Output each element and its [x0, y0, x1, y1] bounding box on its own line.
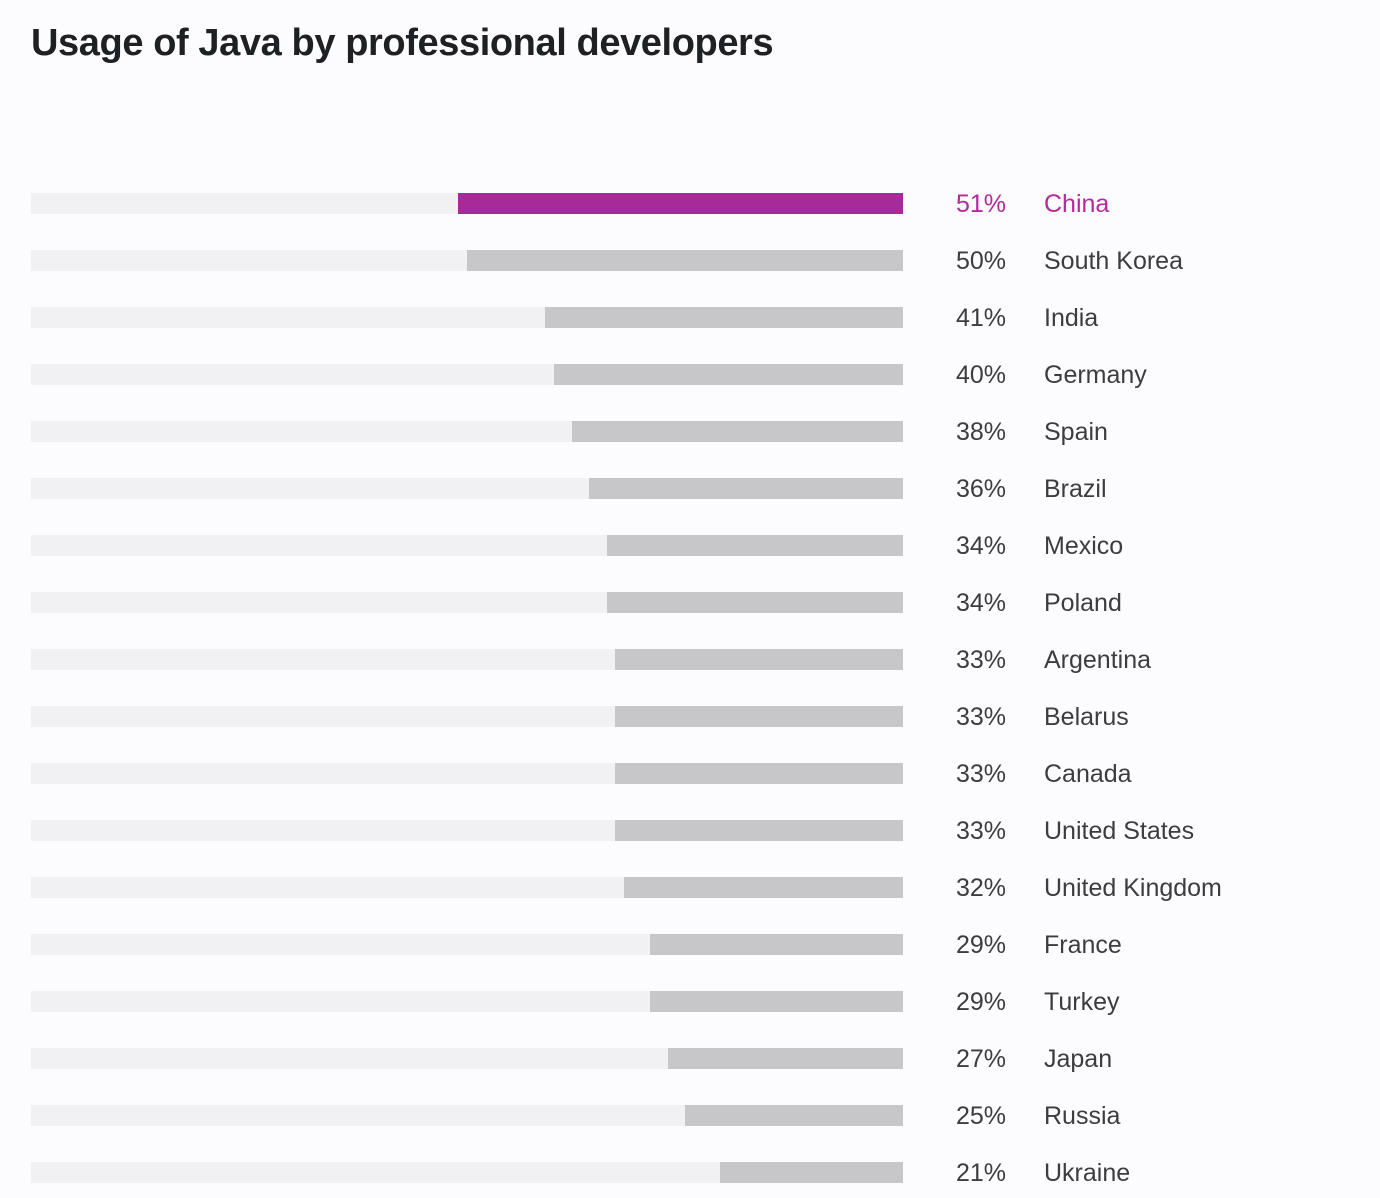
bar-track: [31, 364, 903, 385]
java-usage-bar-chart: Usage of Java by professional developers…: [0, 0, 1380, 1198]
bar-fill: [719, 1162, 903, 1183]
bar-row: 51% China: [0, 183, 1380, 240]
bar-category-label: Argentina: [1044, 646, 1152, 674]
bar-value-label: 32%: [955, 874, 1006, 902]
bar-row: 50% South Korea: [0, 240, 1380, 297]
page-title: Usage of Java by professional developers: [31, 22, 774, 64]
bar-track: [31, 991, 903, 1012]
bar-category-label: Brazil: [1044, 475, 1107, 503]
bar-track: [31, 1105, 903, 1126]
bar-fill: [615, 649, 903, 670]
bar-value-label: 34%: [955, 532, 1006, 560]
bar-value-label: 51%: [955, 190, 1006, 218]
bar-category-label: Japan: [1044, 1045, 1113, 1073]
bar-fill: [667, 1048, 903, 1069]
bar-track: [31, 1162, 903, 1183]
bar-fill: [589, 478, 903, 499]
bar-fill: [606, 535, 903, 556]
bar-value-label: 33%: [955, 646, 1006, 674]
bar-category-label: United States: [1044, 817, 1195, 845]
bar-category-label: Russia: [1044, 1102, 1121, 1130]
bar-category-label: Germany: [1044, 361, 1147, 389]
bar-row: 21% Ukraine: [0, 1152, 1380, 1198]
bar-value-label: 29%: [955, 931, 1006, 959]
bar-category-label: France: [1044, 931, 1122, 959]
bar-fill: [623, 877, 903, 898]
bar-value-label: 40%: [955, 361, 1006, 389]
bar-row: 36% Brazil: [0, 468, 1380, 525]
bar-fill: [458, 193, 903, 214]
bar-fill: [615, 820, 903, 841]
bar-track: [31, 307, 903, 328]
bar-fill: [571, 421, 903, 442]
bar-category-label: United Kingdom: [1044, 874, 1222, 902]
bar-value-label: 33%: [955, 703, 1006, 731]
bar-fill: [650, 934, 903, 955]
bar-row: 34% Poland: [0, 582, 1380, 639]
bar-row: 34% Mexico: [0, 525, 1380, 582]
bar-value-label: 21%: [955, 1159, 1006, 1187]
bar-track: [31, 763, 903, 784]
bar-value-label: 34%: [955, 589, 1006, 617]
bar-row: 33% Canada: [0, 753, 1380, 810]
bar-category-label: Belarus: [1044, 703, 1129, 731]
bar-row: 33% United States: [0, 810, 1380, 867]
bar-row: 41% India: [0, 297, 1380, 354]
bar-value-label: 38%: [955, 418, 1006, 446]
bar-track: [31, 250, 903, 271]
bar-category-label: Mexico: [1044, 532, 1124, 560]
bar-row: 27% Japan: [0, 1038, 1380, 1095]
bar-fill: [615, 763, 903, 784]
bar-fill: [615, 706, 903, 727]
bar-row: 32% United Kingdom: [0, 867, 1380, 924]
bar-track: [31, 934, 903, 955]
bar-value-label: 29%: [955, 988, 1006, 1016]
bar-category-label: Ukraine: [1044, 1159, 1131, 1187]
bar-track: [31, 649, 903, 670]
bar-row: 29% France: [0, 924, 1380, 981]
bar-category-label: Spain: [1044, 418, 1108, 446]
bar-category-label: Canada: [1044, 760, 1132, 788]
bar-track: [31, 535, 903, 556]
bar-chart-rows: 51% China 50% South Korea 41% India 40% Germany…: [0, 183, 1380, 1198]
bar-category-label: Poland: [1044, 589, 1122, 617]
bar-row: 25% Russia: [0, 1095, 1380, 1152]
bar-fill: [606, 592, 903, 613]
bar-row: 33% Argentina: [0, 639, 1380, 696]
bar-category-label: India: [1044, 304, 1099, 332]
bar-track: [31, 820, 903, 841]
bar-value-label: 36%: [955, 475, 1006, 503]
bar-row: 29% Turkey: [0, 981, 1380, 1038]
bar-track: [31, 193, 903, 214]
bar-row: 33% Belarus: [0, 696, 1380, 753]
bar-track: [31, 592, 903, 613]
bar-fill: [650, 991, 903, 1012]
bar-category-label: Turkey: [1044, 988, 1120, 1016]
bar-fill: [685, 1105, 903, 1126]
bar-track: [31, 421, 903, 442]
bar-value-label: 33%: [955, 760, 1006, 788]
bar-fill: [467, 250, 903, 271]
bar-fill: [545, 307, 903, 328]
bar-value-label: 50%: [955, 247, 1006, 275]
bar-category-label: China: [1044, 190, 1110, 218]
bar-row: 40% Germany: [0, 354, 1380, 411]
bar-track: [31, 706, 903, 727]
bar-track: [31, 1048, 903, 1069]
bar-track: [31, 478, 903, 499]
bar-value-label: 41%: [955, 304, 1006, 332]
bar-category-label: South Korea: [1044, 247, 1183, 275]
bar-track: [31, 877, 903, 898]
bar-value-label: 25%: [955, 1102, 1006, 1130]
bar-fill: [554, 364, 903, 385]
bar-value-label: 33%: [955, 817, 1006, 845]
bar-row: 38% Spain: [0, 411, 1380, 468]
bar-value-label: 27%: [955, 1045, 1006, 1073]
